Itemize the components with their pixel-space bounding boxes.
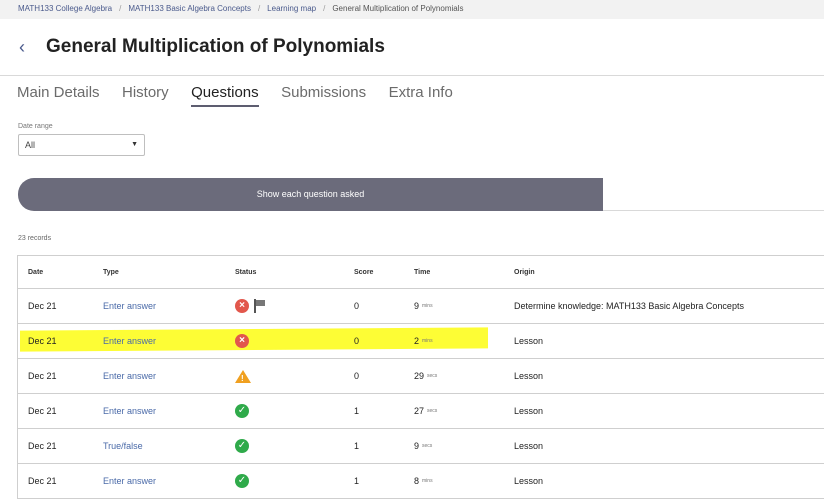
- header-divider: [0, 75, 824, 76]
- correct-check-icon: ✓: [235, 439, 249, 453]
- tab-main-details[interactable]: Main Details: [17, 83, 100, 107]
- column-header-time[interactable]: Time: [414, 256, 430, 288]
- cell-status: ✓: [235, 429, 249, 463]
- time-value: 9: [414, 301, 420, 311]
- time-unit: mins: [422, 303, 433, 309]
- time-unit: secs: [427, 373, 438, 379]
- cell-date: Dec 21: [28, 371, 57, 381]
- cell-score: 0: [354, 336, 360, 346]
- table-row[interactable]: Dec 21 True/false ✓ 1 9 secs Lesson: [18, 429, 824, 464]
- tab-bar: Main Details History Questions Submissio…: [17, 83, 471, 107]
- table-row[interactable]: Dec 21 Enter answer! 0 29 secs Lesson: [18, 359, 824, 394]
- breadcrumb-current: General Multiplication of Polynomials: [332, 4, 464, 13]
- table-header-row: Date Type Status Score Time Origin: [18, 256, 824, 289]
- table-row[interactable]: Dec 21 Enter answer × 0 2 mins Lesson: [18, 324, 824, 359]
- cell-date: Dec 21: [28, 441, 57, 451]
- table-row[interactable]: Dec 21 Enter answer ✓ 1 8 mins Lesson: [18, 464, 824, 499]
- time-value: 29: [414, 371, 425, 381]
- cell-status: !: [235, 359, 251, 393]
- page-title: General Multiplication of Polynomials: [46, 36, 385, 57]
- cell-time: 29 secs: [414, 359, 437, 393]
- time-unit: secs: [422, 443, 433, 449]
- cell-type: Enter answer: [103, 359, 156, 393]
- question-type-link[interactable]: Enter answer: [103, 371, 156, 381]
- records-count: 23 records: [18, 235, 52, 242]
- breadcrumb-link-learning-map[interactable]: Learning map: [267, 4, 316, 13]
- breadcrumb-link-course[interactable]: MATH133 College Algebra: [18, 4, 112, 13]
- cell-time: 9 mins: [414, 289, 433, 323]
- tab-submissions[interactable]: Submissions: [281, 83, 366, 107]
- correct-check-icon: ✓: [235, 474, 249, 488]
- column-header-origin[interactable]: Origin: [514, 256, 535, 288]
- column-header-status[interactable]: Status: [235, 256, 256, 288]
- table-row[interactable]: Dec 21 Enter answer ✓ 1 27 secs Lesson: [18, 394, 824, 429]
- date-range-value: All: [25, 140, 36, 150]
- time-value: 9: [414, 441, 420, 451]
- cell-type: Enter answer: [103, 324, 156, 358]
- cell-status: ×: [235, 289, 265, 323]
- tab-extra-info[interactable]: Extra Info: [389, 83, 453, 107]
- time-unit: secs: [427, 408, 438, 414]
- column-header-type[interactable]: Type: [103, 256, 119, 288]
- cell-date: Dec 21: [28, 406, 57, 416]
- question-type-link[interactable]: True/false: [103, 441, 143, 451]
- column-header-date[interactable]: Date: [28, 256, 43, 288]
- cell-type: True/false: [103, 429, 143, 463]
- question-type-link[interactable]: Enter answer: [103, 336, 156, 346]
- cell-status: ✓: [235, 464, 249, 498]
- breadcrumb-link-unit[interactable]: MATH133 Basic Algebra Concepts: [128, 4, 251, 13]
- cell-origin: Lesson: [514, 476, 544, 486]
- cell-origin: Lesson: [514, 336, 544, 346]
- breadcrumb-bar: MATH133 College Algebra / MATH133 Basic Al…: [0, 0, 824, 19]
- back-chevron-icon[interactable]: ‹: [14, 36, 30, 58]
- correct-check-icon: ✓: [235, 404, 249, 418]
- date-range-label: Date range: [18, 123, 53, 130]
- cell-date: Dec 21: [28, 476, 57, 486]
- question-type-link[interactable]: Enter answer: [103, 406, 156, 416]
- cell-score: 1: [354, 476, 360, 486]
- cell-time: 8 mins: [414, 464, 433, 498]
- cell-time: 2 mins: [414, 324, 433, 358]
- cell-score: 1: [354, 441, 360, 451]
- cell-type: Enter answer: [103, 464, 156, 498]
- cell-origin: Lesson: [514, 406, 544, 416]
- cell-time: 9 secs: [414, 429, 432, 463]
- flag-icon[interactable]: [253, 299, 265, 313]
- column-header-score[interactable]: Score: [354, 256, 373, 288]
- cell-date: Dec 21: [28, 301, 57, 311]
- cell-origin: Lesson: [514, 441, 544, 451]
- tab-questions[interactable]: Questions: [191, 83, 259, 107]
- cell-status: ✓: [235, 394, 249, 428]
- questions-table: Date Type Status Score Time Origin Dec 2…: [17, 255, 824, 499]
- toggle-divider: [603, 210, 824, 211]
- time-unit: mins: [422, 338, 433, 344]
- cell-type: Enter answer: [103, 289, 156, 323]
- cell-type: Enter answer: [103, 394, 156, 428]
- warning-triangle-icon: !: [235, 369, 251, 383]
- table-row[interactable]: Dec 21 Enter answer × 0 9 mins Determine knowl…: [18, 289, 824, 324]
- show-each-question-button[interactable]: Show each question asked: [18, 178, 603, 211]
- cell-score: 0: [354, 301, 360, 311]
- time-value: 27: [414, 406, 425, 416]
- date-range-select[interactable]: All ▼: [18, 134, 145, 156]
- tab-history[interactable]: History: [122, 83, 169, 107]
- cell-origin: Lesson: [514, 371, 544, 381]
- caret-down-icon: ▼: [131, 141, 138, 148]
- question-type-link[interactable]: Enter answer: [103, 476, 156, 486]
- time-value: 2: [414, 336, 420, 346]
- incorrect-x-icon: ×: [235, 299, 249, 313]
- time-value: 8: [414, 476, 420, 486]
- time-unit: mins: [422, 478, 433, 484]
- incorrect-x-icon: ×: [235, 334, 249, 348]
- cell-status: ×: [235, 324, 249, 358]
- cell-score: 1: [354, 406, 360, 416]
- cell-score: 0: [354, 371, 360, 381]
- breadcrumb: MATH133 College Algebra / MATH133 Basic Al…: [18, 4, 464, 13]
- cell-origin: Determine knowledge: MATH133 Basic Algeb…: [514, 301, 744, 311]
- question-type-link[interactable]: Enter answer: [103, 301, 156, 311]
- cell-date: Dec 21: [28, 336, 57, 346]
- cell-time: 27 secs: [414, 394, 437, 428]
